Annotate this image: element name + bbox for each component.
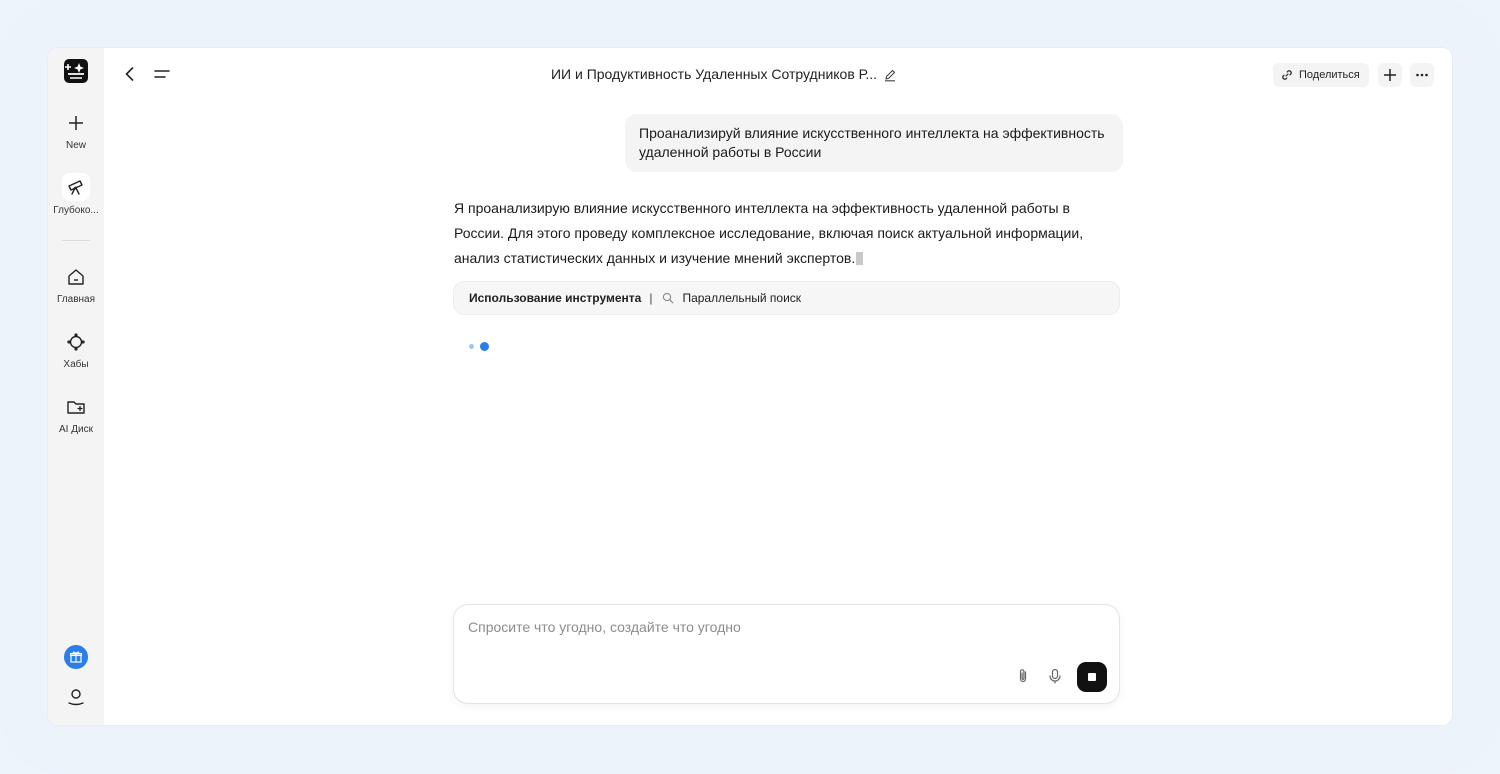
share-button[interactable]: Поделиться [1273,63,1369,87]
page-title: ИИ и Продуктивность Удаленных Сотруднико… [468,66,980,82]
link-icon [1282,70,1292,80]
user-profile-icon[interactable] [66,687,86,707]
plus-icon [1384,69,1396,81]
loading-dot [480,342,489,351]
sidebar-item-label: Глубоко... [53,205,99,216]
typing-cursor [856,252,864,265]
sidebar-item-label: AI Диск [59,424,93,435]
tool-name: Параллельный поиск [682,291,802,305]
home-icon [68,269,84,285]
new-chat-button[interactable] [1378,63,1402,87]
more-options-button[interactable] [1410,63,1434,87]
gift-button[interactable] [64,645,88,669]
paperclip-icon[interactable] [1014,667,1032,685]
plus-icon [69,116,83,130]
app-window: New Глубоко... Главная Хабы AI Диск ИИ и… [48,48,1452,725]
tool-separator: | [649,291,653,305]
microphone-icon[interactable] [1046,667,1064,685]
sidebar: New Глубоко... Главная Хабы AI Диск [48,48,104,725]
user-message-bubble: Проанализируй влияние искусственного инт… [625,114,1123,172]
share-button-label: Поделиться [1299,69,1360,81]
stop-generation-button[interactable] [1077,662,1107,692]
app-logo[interactable] [64,59,88,83]
stop-icon [1088,673,1096,681]
sidebar-item-label: Хабы [63,359,89,370]
back-arrow-icon[interactable] [120,64,140,84]
sidebar-divider [62,240,90,241]
telescope-icon-wrap [62,173,90,201]
sidebar-item-ai-disk[interactable]: AI Диск [48,396,104,435]
assistant-message-text: Я проанализирую влияние искусственного и… [454,200,1084,266]
folder-icon [67,401,85,414]
tool-usage-bar[interactable]: Использование инструмента | Параллельный… [454,282,1119,314]
more-dots-icon [1416,73,1428,77]
sidebar-item-hubs[interactable]: Хабы [48,331,104,370]
edit-pencil-icon[interactable] [883,68,897,82]
page-title-text: ИИ и Продуктивность Удаленных Сотруднико… [550,66,878,82]
telescope-icon [68,180,83,195]
search-icon [663,292,674,304]
gift-icon [69,651,83,663]
sidebar-item-new[interactable]: New [48,112,104,151]
chat-input-box [454,605,1119,703]
chat-input[interactable] [466,617,1100,661]
loading-dot [469,344,474,349]
sparkle-logo-icon [65,63,84,79]
sidebar-item-deep-research[interactable]: Глубоко... [48,173,104,216]
tool-usage-label: Использование инструмента [469,291,642,305]
hub-icon [67,333,85,351]
sidebar-item-label: New [65,140,86,151]
menu-icon[interactable] [152,64,172,84]
sidebar-item-home[interactable]: Главная [48,266,104,305]
sidebar-item-label: Главная [56,294,96,305]
assistant-message: Я проанализирую влияние искусственного и… [454,196,1114,271]
